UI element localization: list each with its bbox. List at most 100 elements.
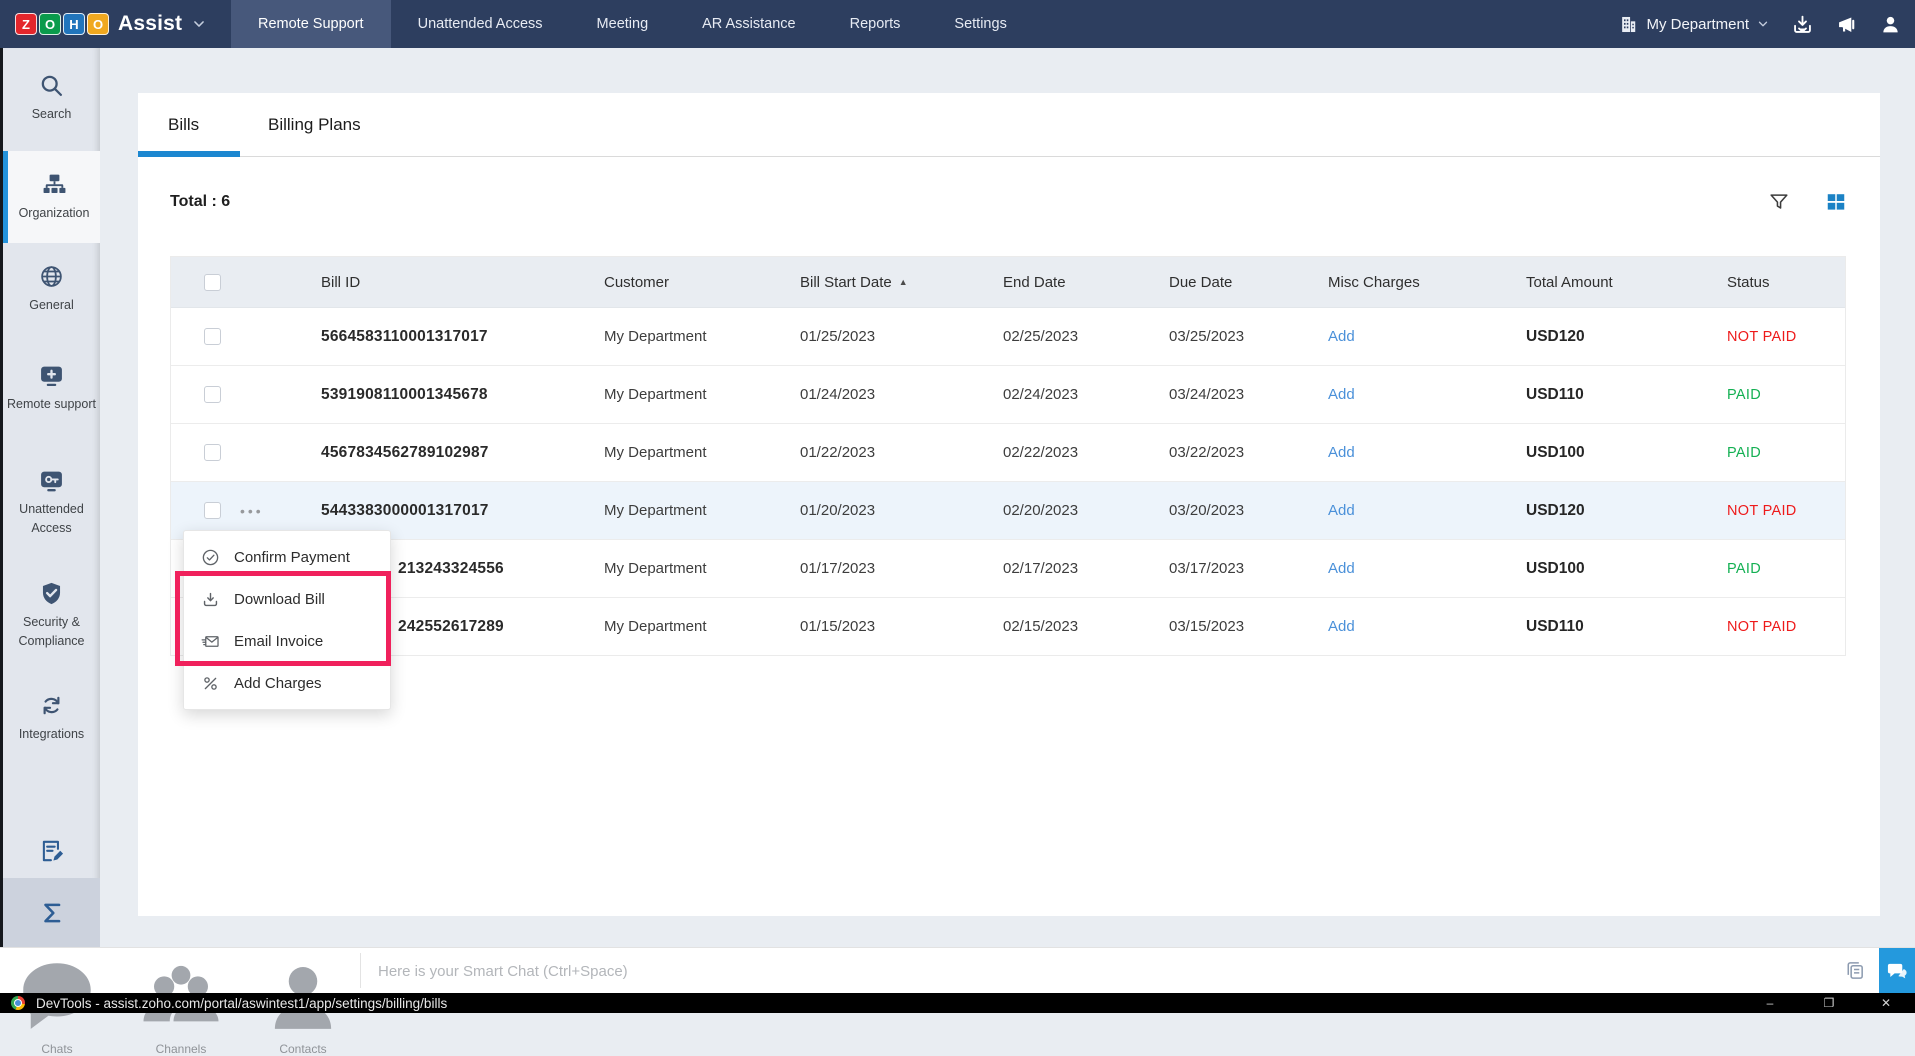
- nav-item-meeting[interactable]: Meeting: [570, 0, 676, 48]
- misc-charges-cell: Add: [1328, 444, 1526, 462]
- sidebar-item-security-compliance[interactable]: Security & Compliance: [3, 576, 100, 656]
- table-row: 4567834562789102987My Department01/22/20…: [171, 424, 1845, 482]
- bill-start-date-cell: 01/24/2023: [800, 386, 1003, 403]
- restore-button[interactable]: ❐: [1815, 993, 1843, 1013]
- smart-chat-toggle-button[interactable]: [1879, 948, 1915, 994]
- download-agent-icon[interactable]: [1792, 14, 1813, 35]
- menu-item-email-invoice[interactable]: Email Invoice: [184, 620, 390, 662]
- add-charge-link[interactable]: Add: [1328, 444, 1355, 461]
- menu-item-label: Download Bill: [234, 591, 325, 608]
- column-header-due-date[interactable]: Due Date: [1169, 274, 1328, 291]
- chevron-down-icon[interactable]: [192, 17, 206, 31]
- chatbar-tab-label: Contacts: [258, 1042, 348, 1056]
- tab-label: Billing Plans: [268, 115, 361, 135]
- sidebar-item-label: Security & Compliance: [6, 613, 98, 651]
- menu-item-label: Add Charges: [234, 675, 322, 692]
- column-header-end-date[interactable]: End Date: [1003, 274, 1169, 291]
- add-charge-link[interactable]: Add: [1328, 618, 1355, 635]
- add-charge-link[interactable]: Add: [1328, 502, 1355, 519]
- misc-charges-cell: Add: [1328, 560, 1526, 578]
- select-all-checkbox[interactable]: [204, 274, 221, 291]
- column-header-misc-charges[interactable]: Misc Charges: [1328, 274, 1526, 291]
- nav-item-ar-assistance[interactable]: AR Assistance: [675, 0, 823, 48]
- chatbar-divider: [360, 953, 361, 988]
- status-badge: PAID: [1727, 445, 1845, 461]
- column-header-customer[interactable]: Customer: [604, 274, 800, 291]
- user-account-icon[interactable]: [1880, 14, 1901, 35]
- row-checkbox[interactable]: [204, 328, 221, 345]
- menu-item-confirm-payment[interactable]: Confirm Payment: [184, 536, 390, 578]
- column-header-label: Customer: [604, 274, 669, 291]
- end-date-cell: 02/20/2023: [1003, 502, 1169, 519]
- column-header-bill-start-date[interactable]: Bill Start Date▲: [800, 274, 1003, 291]
- sidebar-item-feedback-note[interactable]: [3, 828, 100, 874]
- column-header-total-amount[interactable]: Total Amount: [1526, 274, 1727, 291]
- menu-item-download-bill[interactable]: Download Bill: [184, 578, 390, 620]
- zoho-logo-tile: H: [63, 13, 85, 35]
- product-name: Assist: [118, 12, 182, 36]
- due-date-cell: 03/17/2023: [1169, 560, 1328, 577]
- add-charge-link[interactable]: Add: [1328, 328, 1355, 345]
- sidebar-item-unattended-access[interactable]: Unattended Access: [3, 463, 100, 543]
- end-date-cell: 02/25/2023: [1003, 328, 1169, 345]
- menu-item-add-charges[interactable]: Add Charges: [184, 662, 390, 704]
- end-date-cell: 02/15/2023: [1003, 618, 1169, 635]
- row-checkbox[interactable]: [204, 444, 221, 461]
- announcement-icon[interactable]: [1836, 14, 1857, 35]
- close-button[interactable]: ✕: [1872, 993, 1900, 1013]
- top-nav-items: Remote SupportUnattended AccessMeetingAR…: [231, 0, 1034, 48]
- filter-funnel-icon[interactable]: [1768, 191, 1790, 213]
- status-badge: PAID: [1727, 561, 1845, 577]
- sidebar-item-organization[interactable]: Organization: [3, 151, 100, 243]
- sidebar-item-general[interactable]: General: [3, 258, 100, 320]
- row-select-cell: •••: [171, 502, 321, 519]
- nav-item-remote-support[interactable]: Remote Support: [231, 0, 391, 48]
- unattended-key-icon: [39, 468, 64, 493]
- total-amount-cell: USD120: [1526, 328, 1727, 346]
- row-checkbox[interactable]: [204, 386, 221, 403]
- sidebar-item-logs-sigma[interactable]: [3, 878, 100, 947]
- shield-check-icon: [39, 581, 64, 606]
- minimize-button[interactable]: –: [1756, 993, 1784, 1013]
- row-checkbox[interactable]: [204, 502, 221, 519]
- bill-start-date-cell: 01/17/2023: [800, 560, 1003, 577]
- nav-item-unattended-access[interactable]: Unattended Access: [391, 0, 570, 48]
- chat-bubbles-icon: [1886, 960, 1909, 983]
- table-row: 5391908110001345678My Department01/24/20…: [171, 366, 1845, 424]
- copy-cards-icon[interactable]: [1843, 959, 1866, 982]
- row-actions-ellipsis[interactable]: •••: [240, 504, 264, 518]
- misc-charges-cell: Add: [1328, 386, 1526, 404]
- sidebar-item-label: Integrations: [6, 725, 98, 744]
- customer-cell: My Department: [604, 502, 800, 519]
- misc-charges-cell: Add: [1328, 618, 1526, 636]
- sidebar-item-integrations[interactable]: Integrations: [3, 688, 100, 748]
- smart-chat-input[interactable]: Here is your Smart Chat (Ctrl+Space): [378, 948, 1478, 994]
- column-header-status[interactable]: Status: [1727, 274, 1845, 291]
- column-header-label: Bill ID: [321, 274, 360, 291]
- billing-tabbar: Bills Billing Plans: [138, 93, 1880, 157]
- percent-icon: [201, 674, 220, 693]
- sidebar-item-label: Organization: [8, 204, 100, 223]
- logs-sigma-icon: [39, 900, 65, 926]
- add-charge-link[interactable]: Add: [1328, 560, 1355, 577]
- row-context-menu: Confirm Payment Download Bill Email Invoic…: [183, 530, 391, 710]
- nav-item-settings[interactable]: Settings: [927, 0, 1033, 48]
- sidebar-item-label: General: [6, 296, 98, 315]
- sidebar-item-label: Remote support: [6, 395, 98, 414]
- bill-start-date-cell: 01/15/2023: [800, 618, 1003, 635]
- tab-billing-plans[interactable]: Billing Plans: [268, 93, 361, 156]
- table-row: 213243324556My Department01/17/202302/17…: [171, 540, 1845, 598]
- table-row: 242552617289My Department01/15/202302/15…: [171, 598, 1845, 655]
- sidebar-item-search[interactable]: Search: [3, 60, 100, 136]
- zoho-assist-logo[interactable]: Z O H O Assist: [0, 12, 231, 36]
- tab-bills[interactable]: Bills: [168, 93, 199, 156]
- add-charge-link[interactable]: Add: [1328, 386, 1355, 403]
- column-header-bill-id[interactable]: Bill ID: [321, 274, 604, 291]
- top-nav-right: My Department: [1619, 0, 1901, 48]
- total-count-label: Total : 6: [170, 193, 230, 211]
- sidebar-item-remote-support[interactable]: Remote support: [3, 348, 100, 428]
- grid-view-icon[interactable]: [1825, 191, 1847, 213]
- nav-item-reports[interactable]: Reports: [823, 0, 928, 48]
- department-switcher[interactable]: My Department: [1619, 15, 1769, 34]
- header-select-cell: [171, 274, 321, 291]
